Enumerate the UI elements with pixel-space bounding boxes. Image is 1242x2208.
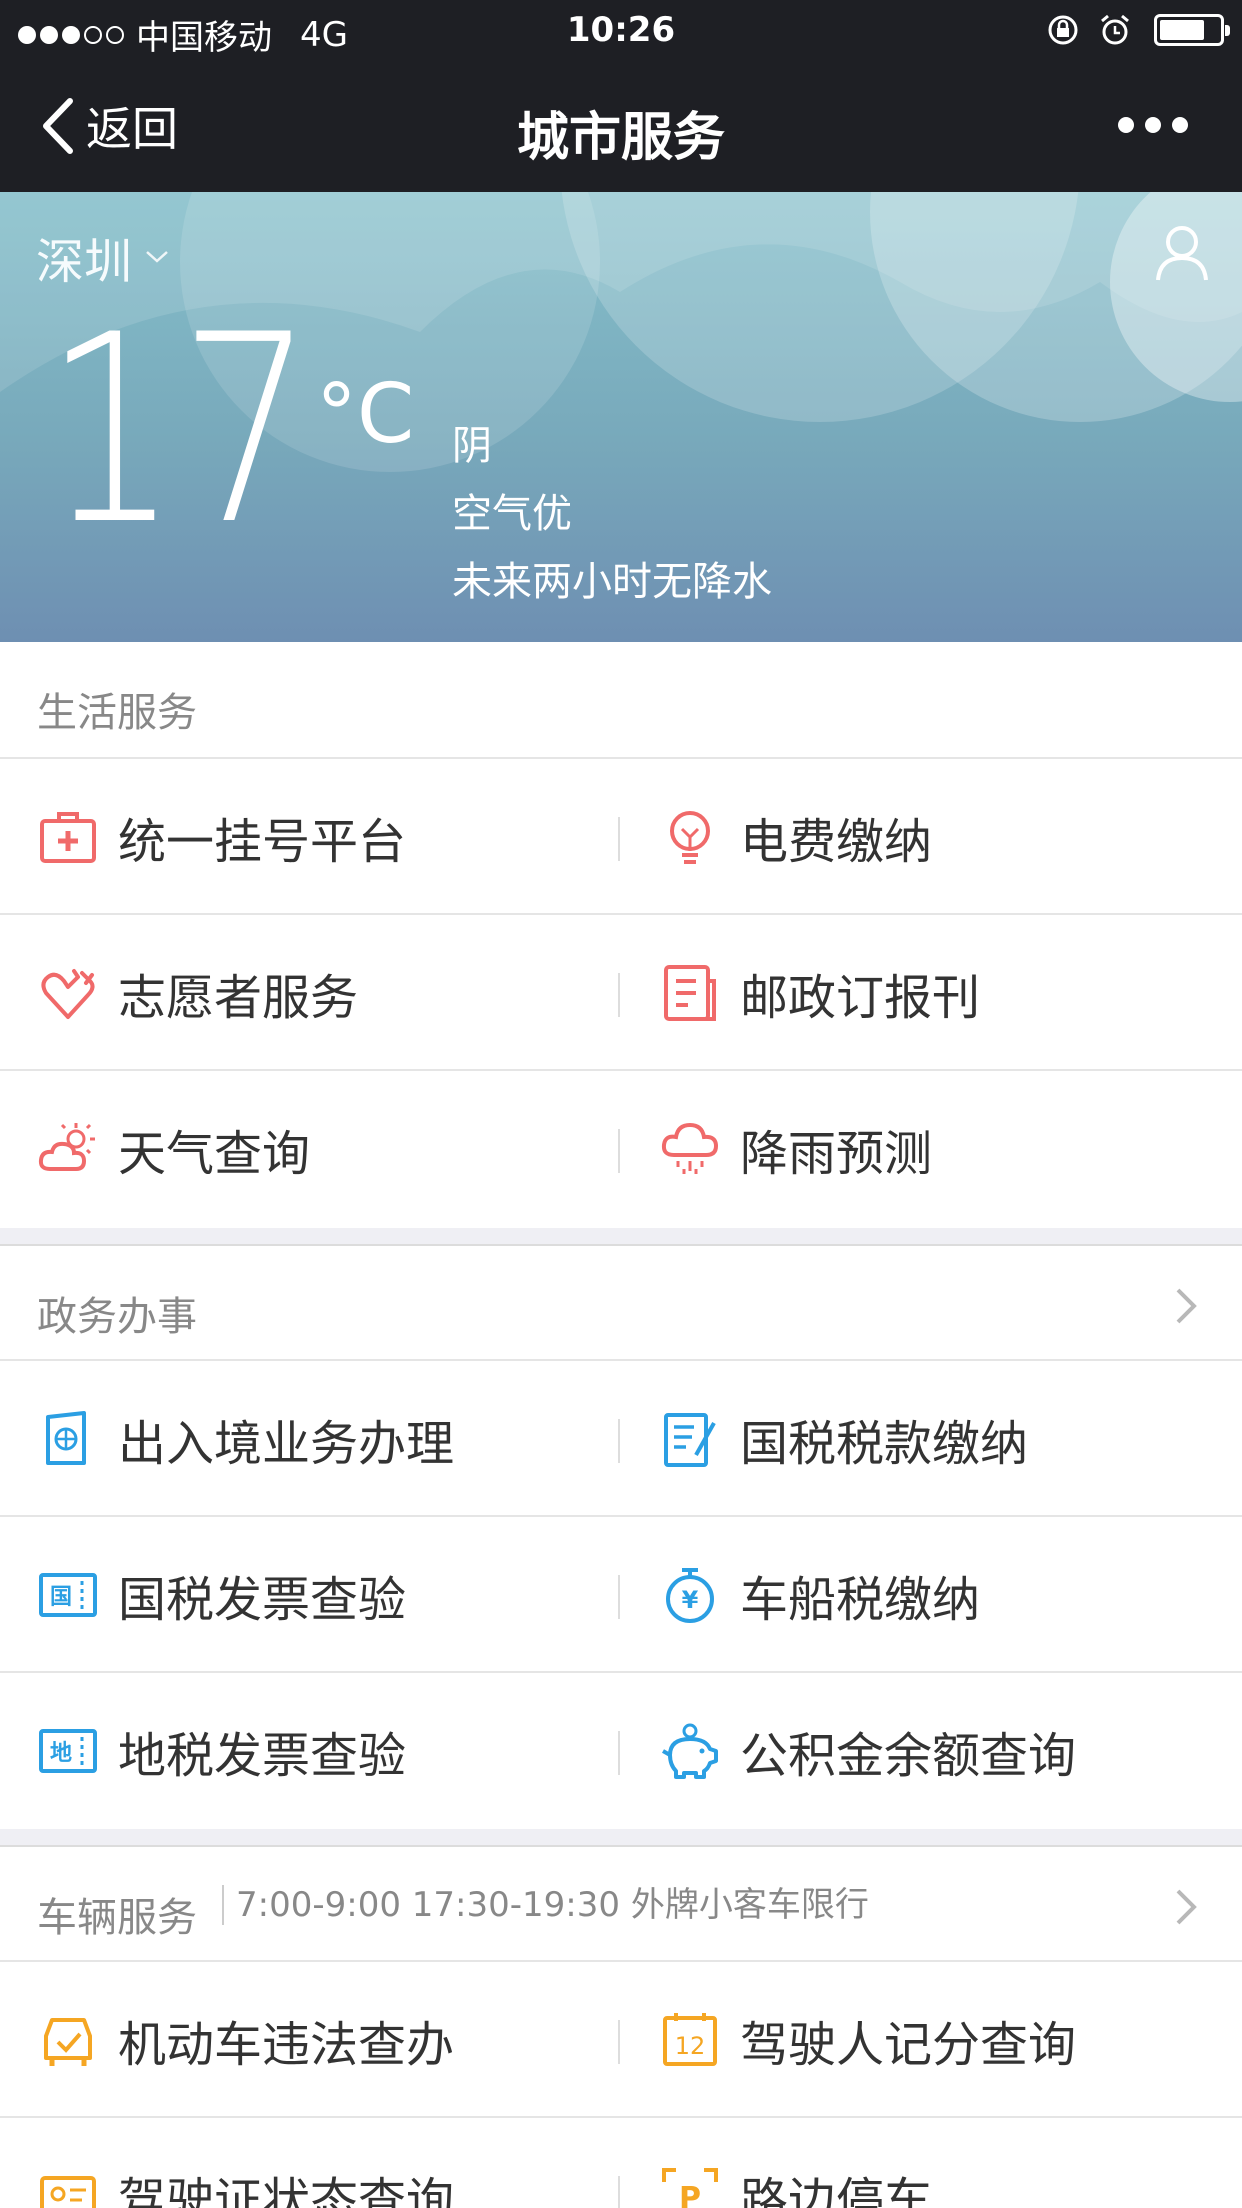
service-row: 国 国税发票查验 ¥ 车船税缴纳 xyxy=(0,1517,1242,1673)
sun-cloud-icon xyxy=(38,1123,95,1171)
service-label: 邮政订报刊 xyxy=(740,970,981,1026)
service-label: 降雨预测 xyxy=(740,1126,933,1182)
air-quality: 空气优 xyxy=(452,491,572,537)
svg-text:地: 地 xyxy=(50,1741,72,1766)
battery-icon xyxy=(1154,14,1230,46)
service-item-vehicle-tax[interactable]: ¥ 车船税缴纳 xyxy=(660,1517,980,1673)
section-title: 车辆服务 xyxy=(37,1895,197,1941)
svg-text:12: 12 xyxy=(675,2032,706,2060)
service-label: 车船税缴纳 xyxy=(740,1572,981,1628)
service-row: 地 地税发票查验 公积金余额查询 xyxy=(0,1673,1242,1829)
service-item-license-status[interactable]: 驾驶证状态查询 xyxy=(38,2118,454,2208)
service-item-roadside-parking[interactable]: P 路边停车 xyxy=(660,2118,932,2208)
svg-text:P: P xyxy=(679,2181,701,2208)
section-divider xyxy=(0,1228,1242,1244)
alarm-icon xyxy=(1101,14,1129,45)
passport-icon xyxy=(46,1411,86,1465)
service-label: 统一挂号平台 xyxy=(118,814,407,870)
service-label: 驾驶证状态查询 xyxy=(118,2173,455,2208)
service-item-volunteer[interactable]: 志愿者服务 xyxy=(38,915,358,1071)
city-name: 深圳 xyxy=(36,234,133,290)
svg-text:¥: ¥ xyxy=(682,1586,699,1614)
user-profile-icon[interactable] xyxy=(1152,222,1212,284)
yuan-timer-icon: ¥ xyxy=(666,1568,714,1623)
precipitation-forecast: 未来两小时无降水 xyxy=(452,559,772,605)
service-item-national-invoice[interactable]: 国 国税发票查验 xyxy=(38,1517,406,1673)
section-header[interactable]: 政务办事 xyxy=(0,1244,1242,1361)
service-label: 志愿者服务 xyxy=(118,970,359,1026)
service-label: 出入境业务办理 xyxy=(118,1416,455,1472)
service-label: 电费缴纳 xyxy=(740,814,933,870)
section-title: 生活服务 xyxy=(37,690,197,736)
rain-cloud-icon xyxy=(661,1122,719,1174)
chevron-down-icon xyxy=(146,251,168,263)
national-invoice-icon: 国 xyxy=(39,1573,97,1617)
section-title: 政务办事 xyxy=(37,1294,197,1340)
calendar-12-icon: 12 xyxy=(663,2013,717,2066)
service-row: 出入境业务办理 国税税款缴纳 xyxy=(0,1361,1242,1517)
service-row: 天气查询 降雨预测 xyxy=(0,1071,1242,1227)
parking-icon: P xyxy=(662,2168,718,2208)
traffic-restriction-notice: 7:00-9:00 17:30-19:30 外牌小客车限行 xyxy=(222,1885,869,1925)
page-title: 城市服务 xyxy=(516,108,725,168)
service-label: 公积金余额查询 xyxy=(740,1728,1077,1784)
service-label: 国税税款缴纳 xyxy=(740,1416,1029,1472)
service-label: 天气查询 xyxy=(118,1126,311,1182)
service-item-driver-points[interactable]: 12 驾驶人记分查询 xyxy=(660,1962,1076,2118)
svg-text:国: 国 xyxy=(50,1585,72,1610)
service-label: 路边停车 xyxy=(740,2173,933,2208)
service-label: 国税发票查验 xyxy=(118,1572,407,1628)
service-item-weather[interactable]: 天气查询 xyxy=(38,1071,310,1227)
rotation-lock-icon xyxy=(1048,15,1078,45)
chevron-right-icon xyxy=(1176,1288,1197,1324)
service-item-immigration[interactable]: 出入境业务办理 xyxy=(38,1361,454,1517)
service-label: 机动车违法查办 xyxy=(118,2017,455,2073)
newspaper-icon xyxy=(664,965,716,1021)
local-invoice-icon: 地 xyxy=(39,1729,97,1773)
service-row: 驾驶证状态查询 P 路边停车 xyxy=(0,2118,1242,2208)
service-row: 机动车违法查办 12 驾驶人记分查询 xyxy=(0,1962,1242,2118)
weather-condition: 阴 xyxy=(452,423,492,469)
piggy-bank-icon xyxy=(662,1723,718,1779)
section-header[interactable]: 车辆服务 7:00-9:00 17:30-19:30 外牌小客车限行 xyxy=(0,1845,1242,1962)
service-label: 地税发票查验 xyxy=(118,1728,407,1784)
heart-hand-icon xyxy=(41,969,95,1019)
service-item-newspaper[interactable]: 邮政订报刊 xyxy=(660,915,980,1071)
medical-kit-icon xyxy=(40,812,96,863)
lightbulb-icon xyxy=(670,811,710,864)
service-row: 统一挂号平台 电费缴纳 xyxy=(0,759,1242,915)
more-menu-icon[interactable] xyxy=(1107,117,1188,133)
chevron-right-icon xyxy=(1176,1889,1197,1925)
temperature-value: 17 xyxy=(44,292,314,582)
temperature-unit: °C xyxy=(316,367,414,462)
temperature-display: 17 °C xyxy=(44,292,414,582)
weather-banner[interactable]: 深圳 17 °C 阴 空气优 未来两小时无降水 xyxy=(0,192,1242,642)
weather-details: 阴 空气优 未来两小时无降水 xyxy=(452,412,772,616)
service-item-national-tax[interactable]: 国税税款缴纳 xyxy=(660,1361,1028,1517)
service-item-electricity[interactable]: 电费缴纳 xyxy=(660,759,932,915)
navigation-bar: 返回 城市服务 xyxy=(0,63,1242,192)
status-bar: 中国移动 4G 10:26 xyxy=(0,0,1242,63)
section-divider xyxy=(0,1829,1242,1845)
car-check-icon xyxy=(44,2018,92,2066)
life-services-section: 生活服务 统一挂号平台 电费缴纳 志愿者服务 邮政订报刊 天气查询 降雨预测 xyxy=(0,642,1242,1227)
service-row: 志愿者服务 邮政订报刊 xyxy=(0,915,1242,1071)
tax-form-icon xyxy=(664,1413,716,1467)
service-item-housing-fund[interactable]: 公积金余额查询 xyxy=(660,1673,1076,1829)
license-icon xyxy=(40,2176,96,2208)
vehicle-services-section: 车辆服务 7:00-9:00 17:30-19:30 外牌小客车限行 机动车违法… xyxy=(0,1845,1242,2208)
city-selector[interactable]: 深圳 xyxy=(36,222,170,292)
service-label: 驾驶人记分查询 xyxy=(740,2017,1077,2073)
section-header: 生活服务 xyxy=(0,642,1242,759)
service-item-local-invoice[interactable]: 地 地税发票查验 xyxy=(38,1673,406,1829)
government-services-section: 政务办事 出入境业务办理 国税税款缴纳 国 国税发票查验 ¥ 车船税缴纳 地 地… xyxy=(0,1244,1242,1829)
service-item-rain[interactable]: 降雨预测 xyxy=(660,1071,932,1227)
service-item-registration[interactable]: 统一挂号平台 xyxy=(38,759,406,915)
service-item-vehicle-violation[interactable]: 机动车违法查办 xyxy=(38,1962,454,2118)
